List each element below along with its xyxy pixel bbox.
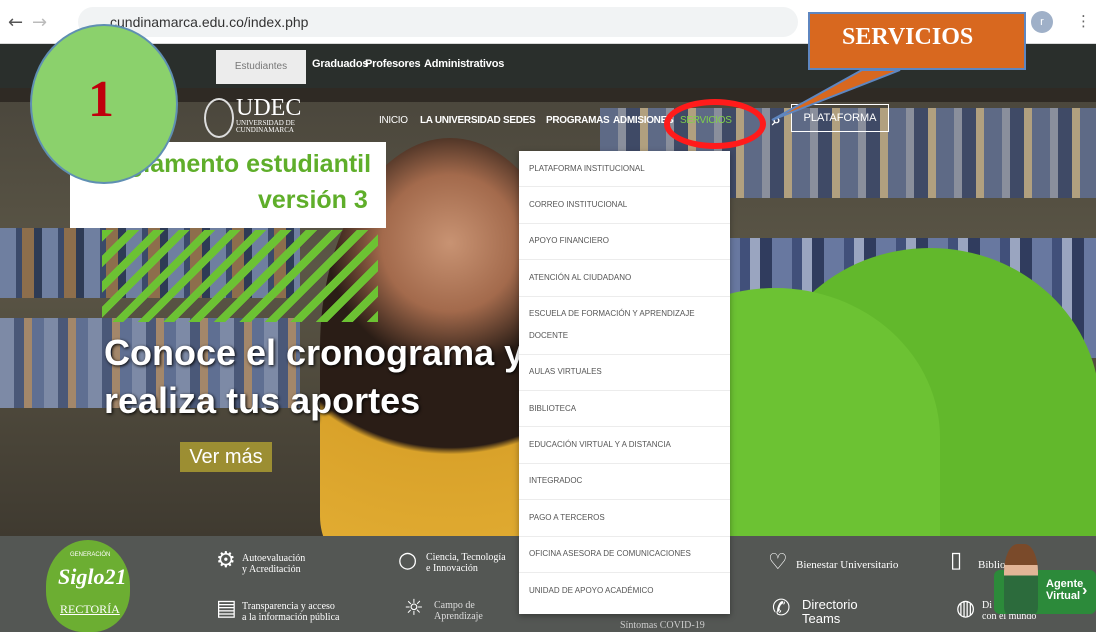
siglo21-label: Siglo21 bbox=[58, 564, 127, 589]
url-text[interactable]: cundinamarca.edu.co/index.php bbox=[110, 14, 308, 30]
nav-profesores[interactable]: Profesores bbox=[365, 58, 421, 70]
covid-link[interactable]: Síntomas COVID-19 bbox=[620, 620, 705, 631]
page-root: ← → cundinamarca.edu.co/index.php ≡ r ⋮ … bbox=[0, 0, 1096, 632]
dropdown-item[interactable]: CORREO INSTITUCIONAL bbox=[519, 187, 730, 224]
dropdown-item[interactable]: UNIDAD DE APOYO ACADÉMICO bbox=[519, 573, 730, 609]
hero-headline-line1: Conoce el cronograma y bbox=[104, 332, 525, 373]
chevron-right-icon: › bbox=[1082, 582, 1088, 599]
rectoria-link[interactable]: RECTORÍA bbox=[60, 602, 120, 617]
udec-logo[interactable]: UDEC UNIVERSIDAD DE CUNDINAMARCA bbox=[236, 96, 301, 134]
nav-inicio[interactable]: INICIO bbox=[379, 115, 408, 126]
dropdown-item[interactable]: PAGO A TERCEROS bbox=[519, 500, 730, 537]
autoevaluacion-icon: ⚙ bbox=[216, 548, 236, 573]
highlight-ellipse bbox=[664, 99, 766, 149]
nav-administrativos[interactable]: Administrativos bbox=[424, 58, 504, 70]
agente-line2: Virtual bbox=[1046, 590, 1081, 602]
autoevaluacion-link[interactable]: Autoevaluación y Acreditación bbox=[242, 553, 305, 575]
ver-mas-button[interactable]: Ver más bbox=[180, 442, 272, 472]
nav-programas[interactable]: PROGRAMAS bbox=[546, 115, 610, 126]
document-edit-icon: ▤ bbox=[216, 596, 237, 621]
reglamento-title: glamento estudiantil bbox=[128, 150, 372, 178]
hero-headline-line2: realiza tus aportes bbox=[104, 380, 421, 421]
agente-label: Agente Virtual bbox=[1046, 578, 1083, 602]
phone-icon: ✆ bbox=[772, 596, 791, 621]
forward-icon[interactable]: → bbox=[32, 12, 47, 33]
decorative-stripes bbox=[102, 230, 378, 322]
dropdown-item[interactable]: ATENCIÓN AL CIUDADANO bbox=[519, 260, 730, 297]
dropdown-item[interactable]: APOYO FINANCIERO bbox=[519, 224, 730, 261]
agent-avatar bbox=[1004, 544, 1038, 614]
dropdown-item[interactable]: INTEGRADOC bbox=[519, 464, 730, 501]
dropdown-item[interactable]: ESCUELA DE FORMACIÓN Y APRENDIZAJE DOCEN… bbox=[519, 297, 730, 355]
dropdown-item[interactable]: BIBLIOTECA bbox=[519, 391, 730, 428]
plataforma-button[interactable]: PLATAFORMA bbox=[791, 104, 889, 132]
more-menu-icon[interactable]: ⋮ bbox=[1076, 12, 1091, 30]
dropdown-item[interactable]: PLATAFORMA INSTITUCIONAL bbox=[519, 151, 730, 188]
bienestar-link[interactable]: Bienestar Universitario bbox=[796, 560, 898, 571]
logo-sub2: CUNDINAMARCA bbox=[236, 126, 294, 134]
dropdown-item[interactable]: OFICINA ASESORA DE COMUNICACIONES bbox=[519, 537, 730, 573]
agente-virtual-button[interactable]: Agente Virtual › bbox=[994, 544, 1096, 614]
campo-link[interactable]: Campo de Aprendizaje bbox=[434, 600, 483, 622]
search-icon[interactable]: ⌕ bbox=[772, 110, 781, 130]
nav-sedes[interactable]: SEDES bbox=[503, 115, 536, 126]
transparencia-link[interactable]: Transparencia y acceso a la información … bbox=[242, 601, 339, 623]
servicios-dropdown: PLATAFORMA INSTITUCIONAL CORREO INSTITUC… bbox=[519, 151, 730, 614]
globe-icon: ◍ bbox=[956, 596, 976, 621]
dropdown-item[interactable]: EDUCACIÓN VIRTUAL Y A DISTANCIA bbox=[519, 427, 730, 464]
document-icon: ▯ bbox=[950, 548, 963, 573]
udec-seal-icon bbox=[204, 98, 234, 138]
nav-la-universidad[interactable]: LA UNIVERSIDAD bbox=[420, 115, 501, 126]
agente-line1: Agente bbox=[1046, 578, 1084, 590]
directorio-link[interactable]: Directorio Teams bbox=[802, 598, 858, 626]
servicios-callout-label: SERVICIOS bbox=[842, 24, 974, 50]
nav-graduados[interactable]: Graduados bbox=[312, 58, 368, 70]
hand-heart-icon: ♡ bbox=[768, 550, 788, 575]
reglamento-version: versión 3 bbox=[258, 186, 368, 214]
siglo-small: GENERACIÓN bbox=[70, 552, 111, 558]
logo-main: UDEC bbox=[236, 95, 302, 121]
step-number: 1 bbox=[88, 71, 114, 128]
search-circle-icon: ○ bbox=[398, 548, 418, 573]
lightbulb-icon: ☼ bbox=[404, 596, 424, 621]
nav-estudiantes[interactable]: Estudiantes bbox=[216, 50, 306, 84]
profile-avatar[interactable]: r bbox=[1031, 11, 1053, 33]
ciencia-link[interactable]: Ciencia, Tecnología e Innovación bbox=[426, 552, 506, 574]
dropdown-item[interactable]: AULAS VIRTUALES bbox=[519, 355, 730, 391]
back-icon[interactable]: ← bbox=[8, 12, 23, 33]
